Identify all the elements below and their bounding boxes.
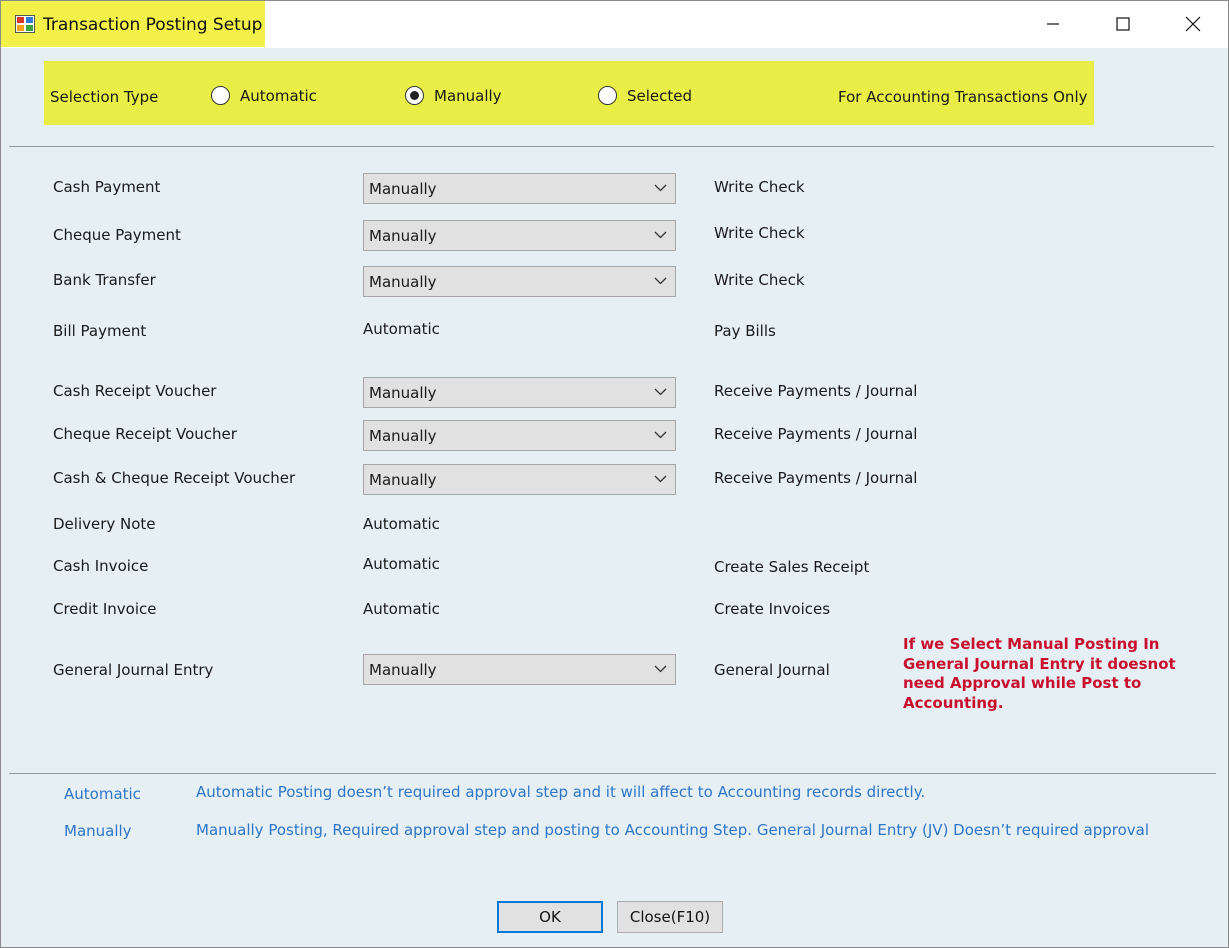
combo-bank-transfer[interactable]: Manually bbox=[363, 266, 676, 297]
row-value-credit-invoice: Automatic bbox=[363, 600, 440, 618]
radio-automatic[interactable]: Automatic bbox=[211, 86, 317, 105]
note-line: need Approval while Post to bbox=[903, 674, 1142, 692]
radio-label: Selected bbox=[627, 86, 693, 105]
row-target-bank-transfer: Write Check bbox=[714, 271, 805, 289]
top-divider bbox=[9, 146, 1214, 147]
row-target-general-journal-entry: General Journal bbox=[714, 661, 830, 679]
chevron-down-icon bbox=[654, 231, 667, 239]
legend-desc-automatic: Automatic Posting doesn’t required appro… bbox=[196, 783, 926, 801]
combo-value: Manually bbox=[369, 226, 437, 245]
combo-value: Manually bbox=[369, 272, 437, 291]
row-label-credit-invoice: Credit Invoice bbox=[53, 600, 157, 618]
legend-key-automatic: Automatic bbox=[64, 785, 141, 803]
note-line: If we Select Manual Posting In bbox=[903, 635, 1160, 653]
row-label-cash-receipt-voucher: Cash Receipt Voucher bbox=[53, 382, 217, 400]
minimize-icon bbox=[1047, 23, 1059, 25]
combo-value: Manually bbox=[369, 470, 437, 489]
radio-selected-dot bbox=[410, 91, 419, 100]
row-label-cash-cheque-receipt-voucher: Cash & Cheque Receipt Voucher bbox=[53, 469, 296, 487]
row-target-cash-invoice: Create Sales Receipt bbox=[714, 558, 870, 576]
chevron-down-icon bbox=[654, 388, 667, 396]
row-target-cash-payment: Write Check bbox=[714, 178, 805, 196]
note-line: Accounting. bbox=[903, 693, 1004, 712]
radio-circle[interactable] bbox=[405, 86, 424, 105]
combo-cheque-receipt-voucher[interactable]: Manually bbox=[363, 420, 676, 451]
row-label-delivery-note: Delivery Note bbox=[53, 515, 156, 533]
combo-cash-receipt-voucher[interactable]: Manually bbox=[363, 377, 676, 408]
row-label-bill-payment: Bill Payment bbox=[53, 322, 147, 340]
row-value-bill-payment: Automatic bbox=[363, 320, 440, 338]
maximize-button[interactable] bbox=[1088, 1, 1158, 47]
transaction-posting-setup-window: Transaction Posting Setup Selection Type… bbox=[0, 0, 1229, 948]
close-icon bbox=[1185, 16, 1201, 32]
combo-general-journal-entry[interactable]: Manually bbox=[363, 654, 676, 685]
row-label-cheque-receipt-voucher: Cheque Receipt Voucher bbox=[53, 425, 237, 443]
chevron-down-icon bbox=[654, 431, 667, 439]
row-target-cash-receipt-voucher: Receive Payments / Journal bbox=[714, 382, 918, 400]
chevron-down-icon bbox=[654, 277, 667, 285]
row-target-cheque-receipt-voucher: Receive Payments / Journal bbox=[714, 425, 918, 443]
combo-cheque-payment[interactable]: Manually bbox=[363, 220, 676, 251]
row-label-bank-transfer: Bank Transfer bbox=[53, 271, 156, 289]
row-target-bill-payment: Pay Bills bbox=[714, 322, 776, 340]
combo-value: Manually bbox=[369, 179, 437, 198]
legend-key-manually: Manually bbox=[64, 822, 132, 840]
row-label-general-journal-entry: General Journal Entry bbox=[53, 661, 214, 679]
chevron-down-icon bbox=[654, 665, 667, 673]
combo-value: Manually bbox=[369, 426, 437, 445]
combo-cash-payment[interactable]: Manually bbox=[363, 173, 676, 204]
row-target-cash-cheque-receipt-voucher: Receive Payments / Journal bbox=[714, 469, 918, 487]
radio-circle[interactable] bbox=[211, 86, 230, 105]
chevron-down-icon bbox=[654, 184, 667, 192]
combo-value: Manually bbox=[369, 383, 437, 402]
radio-circle[interactable] bbox=[598, 86, 617, 105]
row-value-cash-invoice: Automatic bbox=[363, 555, 440, 573]
title-bar[interactable]: Transaction Posting Setup bbox=[1, 1, 1228, 48]
row-label-cash-payment: Cash Payment bbox=[53, 178, 161, 196]
minimize-button[interactable] bbox=[1018, 1, 1088, 47]
bottom-divider bbox=[9, 773, 1216, 774]
radio-manually[interactable]: Manually bbox=[405, 86, 502, 105]
row-label-cash-invoice: Cash Invoice bbox=[53, 557, 149, 575]
radio-label: Manually bbox=[434, 86, 502, 105]
radio-label: Automatic bbox=[240, 86, 317, 105]
close-window-button[interactable] bbox=[1158, 1, 1228, 47]
row-target-cheque-payment: Write Check bbox=[714, 224, 805, 242]
combo-value: Manually bbox=[369, 660, 437, 679]
row-value-delivery-note: Automatic bbox=[363, 515, 440, 533]
selection-type-label: Selection Type bbox=[50, 88, 159, 106]
ok-button[interactable]: OK bbox=[497, 901, 603, 933]
row-label-cheque-payment: Cheque Payment bbox=[53, 226, 181, 244]
radio-selected[interactable]: Selected bbox=[598, 86, 692, 105]
chevron-down-icon bbox=[654, 475, 667, 483]
combo-cash-cheque-receipt-voucher[interactable]: Manually bbox=[363, 464, 676, 495]
close-button[interactable]: Close(F10) bbox=[617, 901, 723, 933]
legend-desc-manually: Manually Posting, Required approval step… bbox=[196, 821, 1149, 839]
row-target-credit-invoice: Create Invoices bbox=[714, 600, 831, 618]
accounting-only-note: For Accounting Transactions Only bbox=[838, 88, 1088, 106]
window-title: Transaction Posting Setup bbox=[43, 15, 263, 35]
manual-posting-note: If we Select Manual Posting In General J… bbox=[903, 635, 1203, 713]
maximize-icon bbox=[1116, 17, 1130, 31]
app-icon bbox=[15, 15, 35, 33]
note-line: General Journal Entry it doesnot bbox=[903, 654, 1176, 673]
